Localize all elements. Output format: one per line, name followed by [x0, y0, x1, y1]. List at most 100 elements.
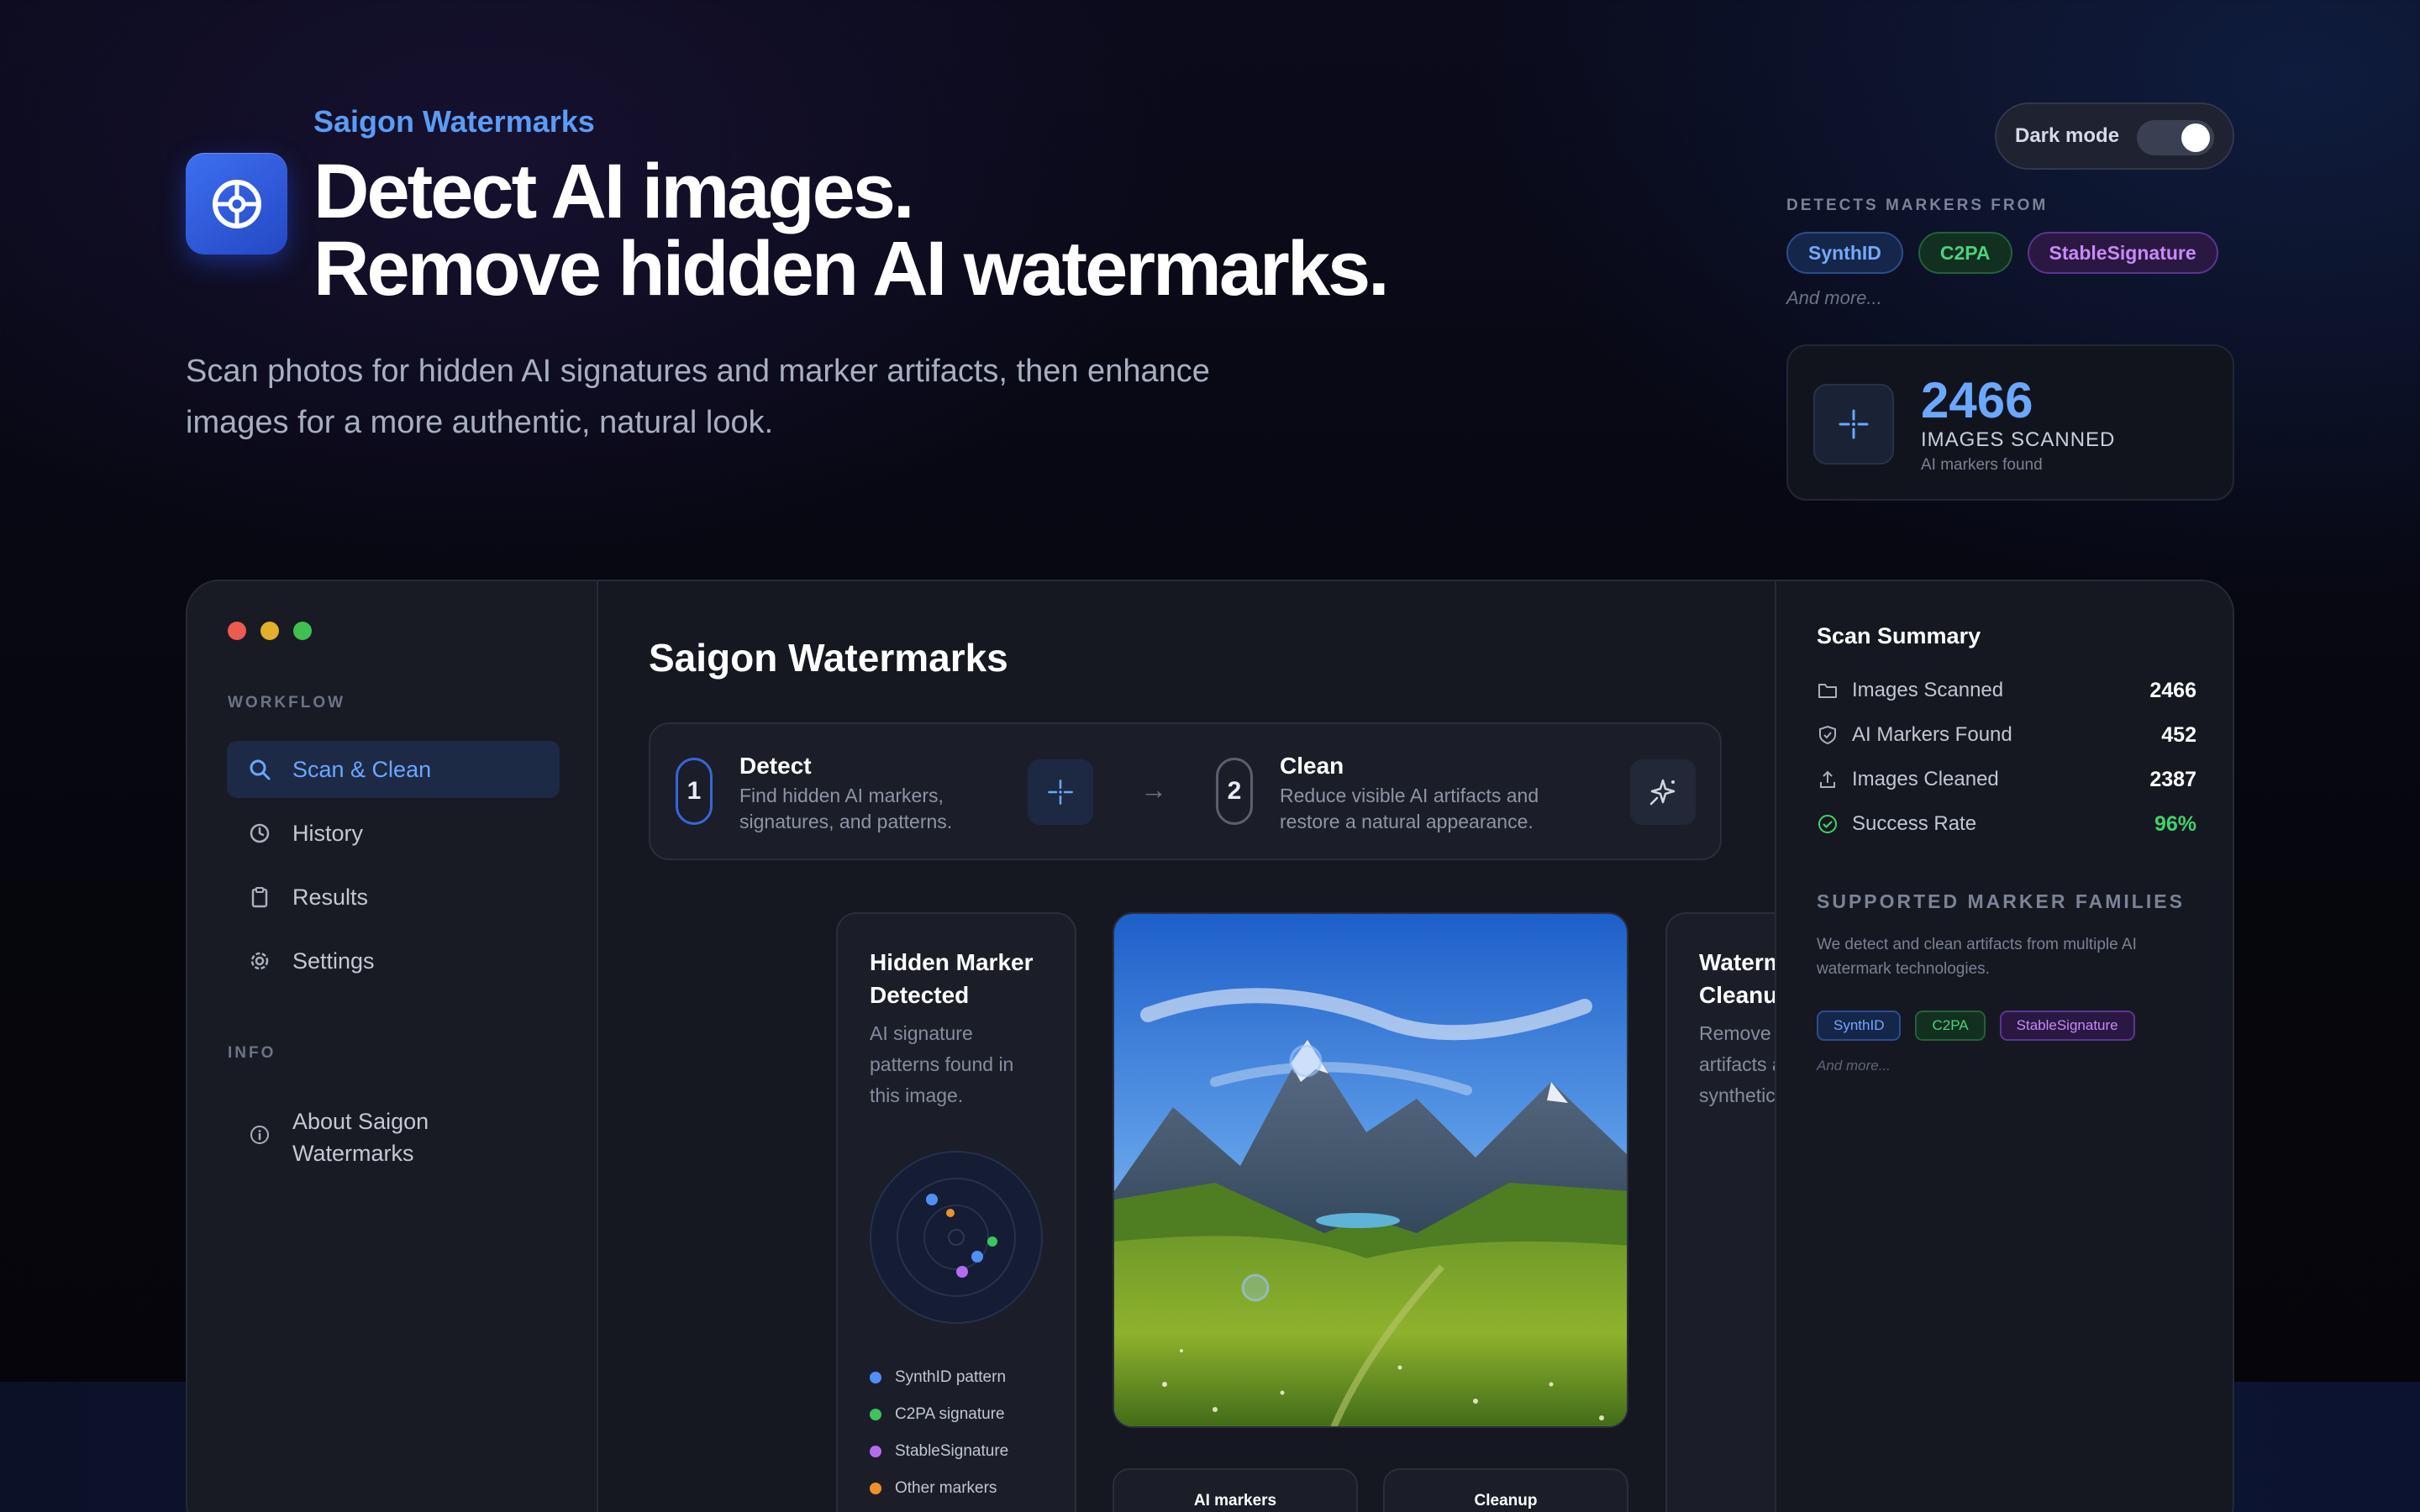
gear-icon: [247, 948, 272, 974]
detected-marker-ring: [1241, 1273, 1270, 1302]
window-controls: [228, 622, 312, 640]
arrow-right-icon: →: [1140, 774, 1167, 805]
ai-markers-mini-card[interactable]: AI markers: [1113, 1468, 1358, 1512]
legend-label: Other markers: [895, 1479, 997, 1497]
step-1-title: Detect: [739, 753, 812, 779]
marker-family-chips: SynthID C2PA StableSignature: [1817, 1011, 2135, 1041]
summary-row-images-cleaned: Images Cleaned 2387: [1817, 763, 2196, 796]
preview-image[interactable]: [1113, 912, 1628, 1428]
synthid-dot: [971, 1251, 983, 1263]
sidebar-item-settings[interactable]: Settings: [227, 932, 560, 990]
summary-row-success-rate: Success Rate 96%: [1817, 807, 2196, 841]
summary-value: 96%: [2154, 811, 2196, 836]
legend-label: SynthID pattern: [895, 1368, 1007, 1386]
summary-value: 2466: [2149, 678, 2196, 702]
hidden-marker-desc-line-3: this image.: [870, 1084, 964, 1106]
dark-mode-switch[interactable]: [2137, 120, 2214, 155]
sidebar: WORKFLOW Scan & Clean History Results Se…: [187, 581, 598, 1512]
family-chip-synthid: SynthID: [1817, 1011, 1902, 1041]
chip-c2pa: C2PA: [1918, 232, 2012, 274]
main-panel: Saigon Watermarks 1 Detect Find hidden A…: [598, 581, 1906, 1512]
summary-row-ai-markers: AI Markers Found 452: [1817, 718, 2196, 752]
info-section-label: INFO: [228, 1044, 276, 1062]
detect-sparkle-icon: [1028, 759, 1093, 825]
summary-label: Success Rate: [1852, 812, 1977, 835]
images-scanned-card: 2466 IMAGES SCANNED AI markers found: [1786, 344, 2234, 501]
search-icon: [247, 757, 272, 782]
brand-name: Saigon Watermarks: [313, 104, 595, 139]
sidebar-item-label: Scan & Clean: [292, 756, 432, 782]
main-title: Saigon Watermarks: [649, 636, 1008, 680]
check-circle-icon: [1817, 813, 1839, 835]
dark-mode-toggle[interactable]: Dark mode: [1995, 102, 2234, 170]
step-1-desc-line-1: Find hidden AI markers,: [739, 785, 944, 806]
images-scanned-subcaption: AI markers found: [1921, 456, 2043, 474]
hidden-marker-title-line-2: Detected: [870, 982, 970, 1008]
legend-item: Other markers: [870, 1470, 1008, 1507]
marker-radar-graphic: [870, 1151, 1043, 1324]
step-2-badge: 2: [1216, 758, 1253, 825]
sidebar-item-about[interactable]: About Saigon Watermarks: [227, 1100, 560, 1176]
legend-item: StableSignature: [870, 1433, 1008, 1470]
sidebar-item-label: Settings: [292, 948, 375, 974]
sidebar-item-scan-clean[interactable]: Scan & Clean: [227, 741, 560, 798]
summary-row-images-scanned: Images Scanned 2466: [1817, 674, 2196, 707]
magic-clean-icon: [1630, 759, 1696, 825]
switch-knob: [2181, 123, 2210, 152]
headline: Detect AI images. Remove hidden AI water…: [313, 153, 1390, 307]
sidebar-item-label: History: [292, 820, 364, 846]
marker-legend: SynthID pattern C2PA signature StableSig…: [870, 1359, 1008, 1507]
step-2-title: Clean: [1280, 753, 1344, 779]
step-1-desc-line-2: signatures, and patterns.: [739, 811, 953, 832]
hidden-marker-desc: AI signature patterns found in this imag…: [870, 1018, 1013, 1111]
legend-label: C2PA signature: [895, 1405, 1005, 1423]
app-logo-icon: [186, 153, 287, 255]
cleanup-mini-card[interactable]: Cleanup: [1383, 1468, 1628, 1512]
minimize-window-button[interactable]: [260, 622, 279, 640]
hidden-marker-card: Hidden Marker Detected AI signature patt…: [836, 912, 1076, 1512]
hidden-marker-desc-line-2: patterns found in: [870, 1053, 1014, 1075]
maximize-window-button[interactable]: [293, 622, 312, 640]
images-scanned-count: 2466: [1921, 372, 2033, 428]
marker-families-more: And more...: [1817, 1058, 1891, 1074]
info-icon: [247, 1122, 272, 1147]
family-chip-stablesignature: StableSignature: [1999, 1011, 2135, 1041]
chip-synthid: SynthID: [1786, 232, 1903, 274]
c2pa-dot: [987, 1236, 997, 1247]
scan-summary-title: Scan Summary: [1817, 623, 1981, 648]
summary-label: Images Scanned: [1852, 679, 2004, 701]
hidden-marker-title: Hidden Marker Detected: [870, 946, 1034, 1011]
folder-icon: [1817, 680, 1839, 701]
sparkle-icon: [1813, 384, 1894, 465]
hidden-marker-desc-line-1: AI signature: [870, 1022, 973, 1044]
markers-more: And more...: [1786, 287, 1882, 308]
detected-marker-ring: [1289, 1044, 1323, 1078]
legend-item: C2PA signature: [870, 1396, 1008, 1433]
workflow-section-label: WORKFLOW: [228, 694, 346, 711]
markers-block: DETECTS MARKERS FROM SynthID C2PA Stable…: [1786, 197, 2240, 309]
chip-stablesignature: StableSignature: [2027, 232, 2218, 274]
app-window: WORKFLOW Scan & Clean History Results Se…: [186, 580, 2234, 1512]
summary-value: 452: [2161, 722, 2196, 747]
legend-item: SynthID pattern: [870, 1359, 1008, 1396]
sidebar-item-history[interactable]: History: [227, 805, 560, 862]
clock-icon: [247, 821, 272, 846]
step-2-desc: Reduce visible AI artifacts and restore …: [1280, 783, 1539, 835]
marker-families-title: SUPPORTED MARKER FAMILIES: [1817, 890, 2185, 912]
workflow-steps: 1 Detect Find hidden AI markers, signatu…: [649, 722, 1722, 860]
summary-label: Images Cleaned: [1852, 768, 1999, 790]
about-line-2: Watermarks: [292, 1141, 414, 1166]
sidebar-item-label: Results: [292, 884, 369, 910]
markers-eyebrow: DETECTS MARKERS FROM: [1786, 197, 2049, 214]
clipboard-icon: [247, 885, 272, 910]
close-window-button[interactable]: [228, 622, 246, 640]
sidebar-item-results[interactable]: Results: [227, 869, 560, 926]
subheadline: Scan photos for hidden AI signatures and…: [186, 354, 1210, 440]
synthid-dot: [926, 1194, 938, 1205]
images-scanned-caption: IMAGES SCANNED: [1921, 428, 2116, 451]
step-1-desc: Find hidden AI markers, signatures, and …: [739, 783, 952, 835]
marker-families-desc: We detect and clean artifacts from multi…: [1817, 936, 2137, 978]
marker-chips: SynthID C2PA StableSignature: [1786, 232, 2240, 274]
upload-icon: [1817, 769, 1839, 790]
summary-value: 2387: [2149, 767, 2196, 791]
